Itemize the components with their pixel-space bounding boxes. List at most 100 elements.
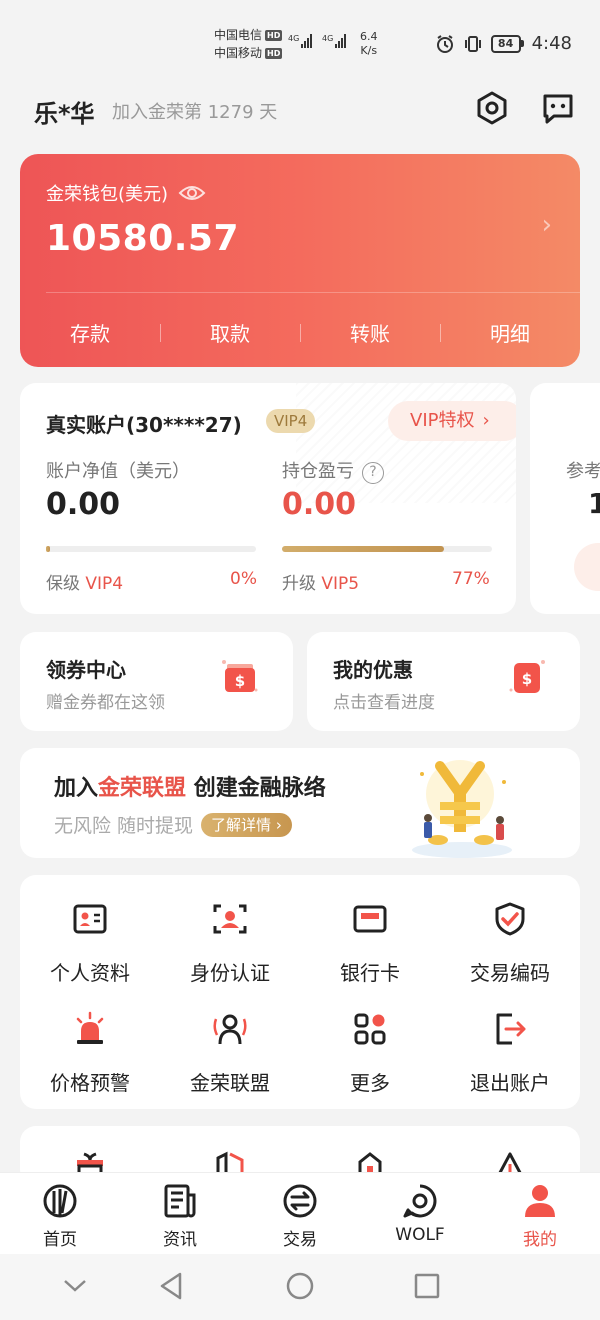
grid-item-logout[interactable]: 退出账户 (440, 1011, 580, 1111)
clock: 4:48 (531, 33, 572, 54)
account-title: 真实账户(30****27) (46, 413, 242, 437)
vip-badge: VIP4 (266, 409, 316, 433)
hd-badge: HD (265, 29, 283, 41)
my-offers-subtitle: 点击查看进度 (333, 693, 435, 713)
next-account-card[interactable]: 参考 1 (530, 383, 600, 614)
hd-badge: HD (265, 47, 283, 59)
grid-label: 银行卡 (340, 961, 400, 985)
nav-label: WOLF (395, 1225, 445, 1245)
grid-item-trade-code[interactable]: 交易编码 (440, 901, 580, 1001)
my-offers-title: 我的优惠 (333, 658, 413, 682)
user-name: 乐*华 (34, 100, 95, 128)
eye-icon[interactable] (178, 183, 206, 203)
peek-value: 1 (588, 487, 600, 520)
pnl-label: 持仓盈亏 (282, 461, 354, 482)
battery-icon: 84 (490, 34, 524, 53)
nav-label: 交易 (283, 1230, 317, 1250)
bank-card-icon (353, 905, 387, 933)
nav-label: 资讯 (163, 1230, 197, 1250)
people-signal-icon (213, 1014, 247, 1045)
exchange-icon (283, 1184, 317, 1218)
pnl-value: 0.00 (282, 487, 357, 522)
carrier-2: 中国移动 (214, 46, 263, 60)
keep-level-progress-fill (46, 546, 51, 552)
status-bar: 中国电信 HD 中国移动 HD 4G 4G 6.4 K/s 84 4:48 (0, 0, 600, 80)
divider (46, 292, 580, 293)
network-speed: 6.4 K/s (360, 30, 378, 57)
message-icon[interactable] (538, 88, 578, 128)
alliance-subtitle: 无风险 随时提现 (54, 815, 194, 837)
nav-mine[interactable]: 我的 (480, 1183, 600, 1250)
net-value-label: 账户净值（美元） (46, 461, 190, 482)
grid-label: 价格预警 (50, 1071, 130, 1095)
settings-icon[interactable] (472, 88, 512, 128)
wallet-card[interactable]: 金荣钱包(美元) 10580.57 › 存款 取款 转账 明细 (20, 154, 580, 367)
net-value: 0.00 (46, 487, 121, 522)
svg-text:$: $ (522, 670, 532, 688)
grid-item-profile[interactable]: 个人资料 (20, 901, 160, 1001)
dollar-card-icon: $ (509, 660, 545, 693)
ticket-dollar-icon: $ (222, 660, 258, 692)
nav-news[interactable]: 资讯 (120, 1183, 240, 1250)
grid-label: 金荣联盟 (190, 1071, 270, 1095)
home-icon[interactable] (282, 1268, 318, 1304)
transfer-button[interactable]: 转账 (300, 304, 440, 360)
grid-item-identity[interactable]: 身份认证 (160, 901, 300, 1001)
back-icon[interactable] (154, 1268, 190, 1304)
keep-percent: 0% (230, 569, 257, 589)
grid-label: 更多 (350, 1071, 390, 1095)
withdraw-button[interactable]: 取款 (160, 304, 300, 360)
nav-label: 我的 (523, 1230, 557, 1250)
upgrade-label: 升级 (282, 574, 316, 594)
chevron-right-icon[interactable]: › (542, 210, 552, 240)
recents-icon[interactable] (409, 1268, 445, 1304)
id-card-icon (73, 904, 107, 934)
nav-wolf[interactable]: WOLF (360, 1183, 480, 1249)
upgrade-progress (282, 546, 492, 552)
news-icon (164, 1184, 196, 1218)
grid-item-price-alert[interactable]: 价格预警 (20, 1011, 160, 1111)
nav-label: 首页 (43, 1230, 77, 1250)
join-days: 加入金荣第 1279 天 (112, 102, 278, 123)
grid-label: 退出账户 (470, 1071, 550, 1095)
keep-label: 保级 (46, 574, 80, 594)
keep-level-progress (46, 546, 256, 552)
signal-2-icon: 4G (322, 34, 347, 48)
face-scan-icon (213, 904, 247, 934)
nav-home[interactable]: 首页 (0, 1183, 120, 1250)
signal-1-icon: 4G (288, 34, 313, 48)
chevron-right-icon: › (482, 410, 490, 431)
bottom-navigation: 首页 资讯 交易 WOLF 我的 (0, 1172, 600, 1254)
deposit-button[interactable]: 存款 (20, 304, 160, 360)
nav-trade[interactable]: 交易 (240, 1183, 360, 1250)
learn-more-button[interactable]: 了解详情 › (201, 813, 292, 837)
chat-ring-icon (403, 1184, 437, 1218)
grid-item-alliance[interactable]: 金荣联盟 (160, 1011, 300, 1111)
vip-privilege-button[interactable]: VIP特权 › (388, 401, 516, 441)
upgrade-progress-fill (282, 546, 444, 552)
svg-text:$: $ (235, 672, 245, 690)
shield-check-icon (495, 902, 525, 936)
my-offers-card[interactable]: 我的优惠 点击查看进度 $ (307, 632, 580, 731)
grid-label: 个人资料 (50, 961, 130, 985)
grid-item-bank-card[interactable]: 银行卡 (300, 901, 440, 1001)
feature-grid: 个人资料 身份认证 银行卡 交易编码 价格预警 金荣联盟 更多 退出账户 (20, 875, 580, 1109)
alliance-title: 加入金荣联盟 创建金融脉络 (54, 776, 326, 801)
keep-level: VIP4 (85, 574, 124, 594)
grid-label: 身份认证 (190, 961, 270, 985)
coupon-center-card[interactable]: 领券中心 赠金券都在这领 $ (20, 632, 293, 731)
upgrade-percent: 77% (452, 569, 490, 589)
real-account-card[interactable]: 真实账户(30****27) VIP4 VIP特权 › 账户净值（美元） 0.00… (20, 383, 516, 614)
gold-coin-illustration (412, 760, 512, 858)
grid-item-more[interactable]: 更多 (300, 1011, 440, 1111)
carrier-info: 中国电信 HD 中国移动 HD (214, 26, 283, 62)
chevron-down-icon[interactable] (57, 1268, 93, 1304)
wallet-label: 金荣钱包(美元) (46, 184, 169, 205)
home-logo-icon (43, 1184, 77, 1218)
details-button[interactable]: 明细 (440, 304, 580, 360)
alliance-banner[interactable]: 加入金荣联盟 创建金融脉络 无风险 随时提现 了解详情 › (20, 748, 580, 858)
question-icon[interactable]: ? (362, 462, 384, 484)
peek-button[interactable] (574, 543, 600, 591)
logout-icon (496, 1013, 526, 1045)
alarm-icon (436, 34, 453, 53)
